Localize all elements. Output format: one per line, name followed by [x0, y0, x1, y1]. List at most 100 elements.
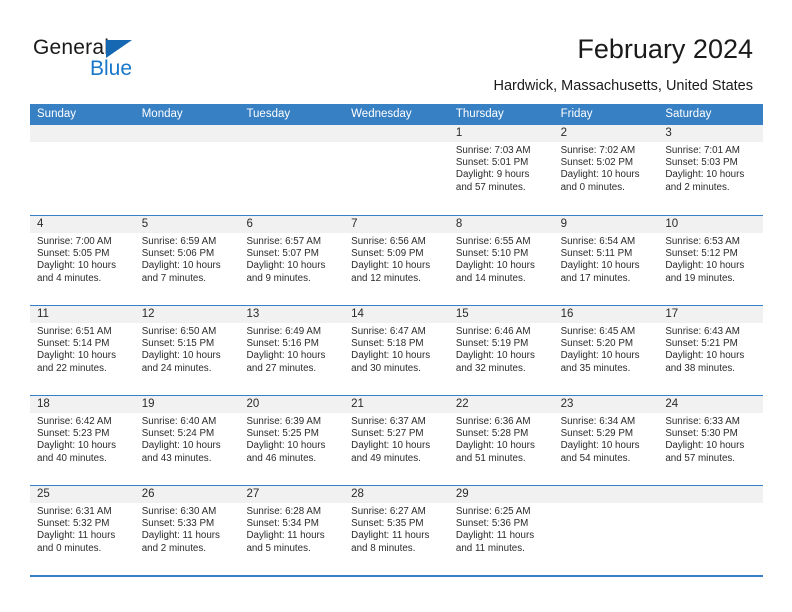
daylight-text-line2: and 51 minutes.	[455, 452, 526, 464]
sunrise-text: Sunrise: 6:36 AM	[455, 416, 531, 427]
daylight-text-line2: and 12 minutes.	[351, 272, 421, 284]
sunset-text: Sunset: 5:21 PM	[665, 338, 738, 350]
day-number: 18	[30, 396, 135, 413]
daylight-text-line2: and 49 minutes.	[351, 452, 421, 464]
sunset-text: Sunset: 5:16 PM	[246, 338, 319, 350]
day-number: 13	[239, 306, 345, 323]
sunrise-text: Sunrise: 6:50 AM	[141, 326, 217, 337]
day-details: Sunrise: 7:00 AM Sunset: 5:05 PM Daylight:…	[30, 233, 135, 285]
calendar-day-cell[interactable]: 14 Sunrise: 6:47 AM Sunset: 5:18 PM Dayligh…	[344, 306, 449, 395]
day-details	[658, 503, 763, 506]
calendar-day-cell[interactable]: 23 Sunrise: 6:34 AM Sunset: 5:29 PM Dayligh…	[553, 396, 659, 485]
calendar-day-cell-empty	[658, 486, 764, 575]
day-details: Sunrise: 7:01 AM Sunset: 5:03 PM Daylight:…	[658, 142, 763, 194]
calendar-day-cell[interactable]: 16 Sunrise: 6:45 AM Sunset: 5:20 PM Dayligh…	[553, 306, 659, 395]
calendar-day-cell[interactable]: 11 Sunrise: 6:51 AM Sunset: 5:14 PM Dayligh…	[30, 306, 135, 395]
sunset-text: Sunset: 5:02 PM	[560, 157, 634, 169]
daylight-text-line1: Daylight: 10 hours	[455, 260, 535, 272]
calendar-day-cell[interactable]: 3 Sunrise: 7:01 AM Sunset: 5:03 PM Daylight…	[658, 125, 764, 215]
sunrise-text: Sunrise: 7:00 AM	[37, 236, 112, 247]
day-number	[344, 125, 449, 142]
calendar-day-cell[interactable]: 20 Sunrise: 6:39 AM Sunset: 5:25 PM Dayligh…	[239, 396, 345, 485]
day-details: Sunrise: 6:50 AM Sunset: 5:15 PM Daylight:…	[135, 323, 240, 375]
daylight-text-line1: Daylight: 11 hours	[455, 530, 535, 542]
calendar-day-cell[interactable]: 10 Sunrise: 6:53 AM Sunset: 5:12 PM Dayligh…	[658, 216, 764, 305]
sunset-text: Sunset: 5:30 PM	[665, 428, 738, 440]
day-number: 23	[553, 396, 659, 413]
sunrise-sunset-calendar: Sunday Monday Tuesday Wednesday Thursday…	[30, 104, 764, 577]
day-details: Sunrise: 6:25 AM Sunset: 5:36 PM Daylight:…	[449, 503, 554, 555]
sunrise-text: Sunrise: 6:42 AM	[37, 416, 112, 427]
sunset-text: Sunset: 5:03 PM	[665, 157, 738, 169]
calendar-day-cell[interactable]: 26 Sunrise: 6:30 AM Sunset: 5:33 PM Dayligh…	[134, 486, 240, 575]
weekday-header-monday: Monday	[141, 108, 183, 120]
calendar-day-cell[interactable]: 1 Sunrise: 7:03 AM Sunset: 5:01 PM Daylight…	[448, 125, 554, 215]
daylight-text-line2: and 32 minutes.	[455, 362, 526, 374]
sunset-text: Sunset: 5:05 PM	[37, 248, 110, 260]
daylight-text-line1: Daylight: 10 hours	[37, 350, 116, 362]
daylight-text-line1: Daylight: 10 hours	[560, 260, 640, 272]
sunset-text: Sunset: 5:25 PM	[246, 428, 319, 440]
sunrise-text: Sunrise: 6:47 AM	[351, 326, 426, 337]
calendar-day-cell[interactable]: 13 Sunrise: 6:49 AM Sunset: 5:16 PM Dayligh…	[239, 306, 345, 395]
calendar-day-cell[interactable]: 8 Sunrise: 6:55 AM Sunset: 5:10 PM Daylight…	[448, 216, 554, 305]
day-details: Sunrise: 7:02 AM Sunset: 5:02 PM Daylight:…	[554, 142, 659, 194]
sunrise-text: Sunrise: 6:25 AM	[455, 506, 531, 517]
calendar-day-cell[interactable]: 4 Sunrise: 7:00 AM Sunset: 5:05 PM Daylight…	[30, 216, 135, 305]
daylight-text-line1: Daylight: 11 hours	[351, 530, 430, 542]
day-number: 26	[134, 486, 240, 503]
sunrise-text: Sunrise: 6:43 AM	[665, 326, 740, 337]
calendar-day-cell-empty	[134, 125, 240, 215]
daylight-text-line1: Daylight: 10 hours	[351, 440, 431, 452]
day-details: Sunrise: 6:39 AM Sunset: 5:25 PM Daylight:…	[239, 413, 344, 465]
day-details: Sunrise: 6:27 AM Sunset: 5:35 PM Daylight:…	[344, 503, 449, 555]
sunset-text: Sunset: 5:19 PM	[455, 338, 529, 350]
day-details: Sunrise: 6:36 AM Sunset: 5:28 PM Daylight:…	[449, 413, 554, 465]
calendar-day-cell[interactable]: 22 Sunrise: 6:36 AM Sunset: 5:28 PM Dayligh…	[448, 396, 554, 485]
sunrise-text: Sunrise: 6:31 AM	[37, 506, 112, 517]
sunset-text: Sunset: 5:24 PM	[141, 428, 215, 440]
calendar-day-cell[interactable]: 12 Sunrise: 6:50 AM Sunset: 5:15 PM Dayligh…	[134, 306, 240, 395]
daylight-text-line1: Daylight: 10 hours	[141, 440, 221, 452]
day-details: Sunrise: 6:46 AM Sunset: 5:19 PM Daylight:…	[449, 323, 554, 375]
sunrise-text: Sunrise: 6:51 AM	[37, 326, 112, 337]
calendar-day-cell[interactable]: 15 Sunrise: 6:46 AM Sunset: 5:19 PM Dayligh…	[448, 306, 554, 395]
calendar-day-cell[interactable]: 25 Sunrise: 6:31 AM Sunset: 5:32 PM Dayligh…	[30, 486, 135, 575]
calendar-day-cell[interactable]: 5 Sunrise: 6:59 AM Sunset: 5:06 PM Daylight…	[134, 216, 240, 305]
calendar-day-cell[interactable]: 18 Sunrise: 6:42 AM Sunset: 5:23 PM Dayligh…	[30, 396, 135, 485]
daylight-text-line2: and 2 minutes.	[141, 542, 206, 554]
calendar-day-cell[interactable]: 9 Sunrise: 6:54 AM Sunset: 5:11 PM Daylight…	[553, 216, 659, 305]
calendar-day-cell[interactable]: 19 Sunrise: 6:40 AM Sunset: 5:24 PM Dayligh…	[134, 396, 240, 485]
sunrise-text: Sunrise: 6:39 AM	[246, 416, 322, 427]
daylight-text-line2: and 14 minutes.	[455, 272, 526, 284]
daylight-text-line2: and 46 minutes.	[246, 452, 317, 464]
daylight-text-line1: Daylight: 10 hours	[665, 440, 745, 452]
daylight-text-line2: and 9 minutes.	[246, 272, 311, 284]
calendar-day-cell[interactable]: 6 Sunrise: 6:57 AM Sunset: 5:07 PM Daylight…	[239, 216, 345, 305]
sunrise-text: Sunrise: 6:33 AM	[665, 416, 740, 427]
calendar-day-cell[interactable]: 7 Sunrise: 6:56 AM Sunset: 5:09 PM Daylight…	[344, 216, 449, 305]
sunrise-text: Sunrise: 6:37 AM	[351, 416, 426, 427]
day-number: 20	[239, 396, 345, 413]
day-number	[553, 486, 659, 503]
calendar-day-cell[interactable]: 29 Sunrise: 6:25 AM Sunset: 5:36 PM Dayligh…	[448, 486, 554, 575]
calendar-day-cell[interactable]: 2 Sunrise: 7:02 AM Sunset: 5:02 PM Daylight…	[553, 125, 659, 215]
calendar-day-cell[interactable]: 27 Sunrise: 6:28 AM Sunset: 5:34 PM Dayligh…	[239, 486, 345, 575]
day-number	[30, 125, 135, 142]
daylight-text-line1: Daylight: 10 hours	[560, 350, 640, 362]
day-details: Sunrise: 6:45 AM Sunset: 5:20 PM Daylight:…	[554, 323, 659, 375]
day-number: 1	[448, 125, 554, 142]
daylight-text-line1: Daylight: 11 hours	[37, 530, 116, 542]
calendar-day-cell[interactable]: 17 Sunrise: 6:43 AM Sunset: 5:21 PM Dayligh…	[658, 306, 764, 395]
daylight-text-line1: Daylight: 9 hours	[455, 169, 530, 181]
calendar-day-cell[interactable]: 24 Sunrise: 6:33 AM Sunset: 5:30 PM Dayligh…	[658, 396, 764, 485]
calendar-week-row: 11 Sunrise: 6:51 AM Sunset: 5:14 PM Dayligh…	[30, 305, 764, 395]
daylight-text-line2: and 40 minutes.	[37, 452, 107, 464]
sunset-text: Sunset: 5:10 PM	[455, 248, 529, 260]
calendar-day-cell[interactable]: 28 Sunrise: 6:27 AM Sunset: 5:35 PM Dayligh…	[344, 486, 449, 575]
calendar-day-cell[interactable]: 21 Sunrise: 6:37 AM Sunset: 5:27 PM Dayligh…	[344, 396, 449, 485]
general-blue-logo[interactable]: General Blue	[33, 36, 213, 92]
sunrise-text: Sunrise: 6:56 AM	[351, 236, 426, 247]
page-header: General Blue February 2024 Hardwick, Mas…	[0, 0, 792, 104]
daylight-text-line1: Daylight: 10 hours	[455, 440, 535, 452]
